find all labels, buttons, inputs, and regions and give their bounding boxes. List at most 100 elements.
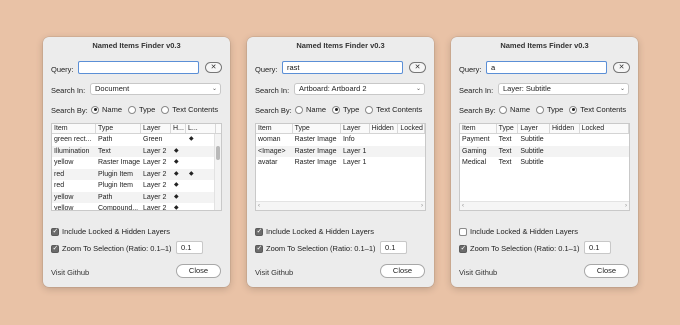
radio-text-contents[interactable]: Text Contents xyxy=(569,105,626,114)
query-input[interactable] xyxy=(282,61,403,74)
visit-github-link[interactable]: Visit Github xyxy=(255,268,293,277)
search-in-select[interactable]: Artboard: Artboard 2 ⌄ xyxy=(294,83,425,95)
table-cell: yellow xyxy=(54,205,74,211)
scroll-left-icon[interactable]: ‹ xyxy=(258,202,260,210)
radio-label: Name xyxy=(510,105,531,114)
close-button[interactable]: Close xyxy=(584,264,629,278)
table-header: Item Type Layer H... L... xyxy=(52,124,221,134)
radio-type[interactable]: Type xyxy=(332,105,359,114)
finder-dialog: Named Items Finder v0.3 Query: ✕ Search … xyxy=(451,37,638,287)
checkbox-box xyxy=(51,244,59,253)
column-header[interactable]: Type xyxy=(497,124,519,133)
scroll-thumb[interactable] xyxy=(216,146,220,160)
column-header[interactable]: Item xyxy=(256,124,293,133)
visit-github-link[interactable]: Visit Github xyxy=(51,268,89,277)
table-cell: green rect... xyxy=(54,136,92,143)
dialog-title: Named Items Finder v0.3 xyxy=(92,41,181,50)
table-cell xyxy=(370,134,399,146)
column-header[interactable]: Layer xyxy=(518,124,550,133)
table-cell: Layer 1 xyxy=(342,147,367,155)
table-row[interactable]: yellow Compound... Layer 2 ◆ xyxy=(52,203,221,211)
radio-text-contents[interactable]: Text Contents xyxy=(161,105,218,114)
clear-query-button[interactable]: ✕ xyxy=(205,62,222,73)
column-header[interactable]: Type xyxy=(96,124,141,133)
table-row[interactable]: Payment Text Subtitle xyxy=(460,134,629,146)
column-header[interactable]: Layer xyxy=(141,124,171,133)
table-cell: Path xyxy=(98,193,113,201)
table-row[interactable]: woman Raster Image Info xyxy=(256,134,425,146)
table-cell: Layer 2 xyxy=(143,159,167,166)
table-row[interactable]: green rect... Path Green ◆ xyxy=(52,134,221,146)
ratio-input[interactable]: 0.1 xyxy=(584,241,611,254)
zoom-label: Zoom To Selection (Ratio: 0.1–1) xyxy=(470,244,580,253)
radio-name[interactable]: Name xyxy=(91,105,122,114)
search-in-value: Document xyxy=(95,84,130,93)
zoom-label: Zoom To Selection (Ratio: 0.1–1) xyxy=(266,244,376,253)
column-header[interactable]: Locked xyxy=(398,124,425,133)
table-row[interactable]: yellow Raster Image Layer 2 ◆ xyxy=(52,157,221,169)
clear-query-button[interactable]: ✕ xyxy=(613,62,630,73)
scroll-right-icon[interactable]: › xyxy=(421,202,423,210)
checkbox-box xyxy=(255,227,263,236)
horizontal-scrollbar[interactable]: ‹ › xyxy=(460,201,629,210)
column-header[interactable]: Hidden xyxy=(550,124,580,133)
horizontal-scrollbar[interactable]: ‹ › xyxy=(256,201,425,210)
ratio-input[interactable]: 0.1 xyxy=(380,241,407,254)
table-cell xyxy=(550,146,580,158)
include-locked-checkbox[interactable]: Include Locked & Hidden Layers xyxy=(51,227,170,236)
column-header[interactable]: L... xyxy=(186,124,216,133)
table-cell xyxy=(550,157,580,169)
table-row[interactable]: red Plugin Item Layer 2 ◆ xyxy=(52,180,221,192)
table-row[interactable]: <Image> Raster Image Layer 1 xyxy=(256,145,425,157)
column-header[interactable]: Item xyxy=(52,124,96,133)
column-header[interactable]: H... xyxy=(171,124,186,133)
column-header[interactable]: Type xyxy=(293,124,341,133)
column-header[interactable]: Layer xyxy=(341,124,370,133)
column-header[interactable]: Hidden xyxy=(370,124,399,133)
radio-type[interactable]: Type xyxy=(536,105,563,114)
close-button[interactable]: Close xyxy=(380,264,425,278)
include-locked-checkbox[interactable]: Include Locked & Hidden Layers xyxy=(459,227,578,236)
table-row[interactable]: red Plugin Item Layer 2 ◆ ◆ xyxy=(52,168,221,180)
vertical-scrollbar[interactable] xyxy=(214,134,221,210)
table-header: Item Type Layer Hidden Locked xyxy=(256,124,425,134)
diamond-icon: ◆ xyxy=(174,170,179,177)
radio-type[interactable]: Type xyxy=(128,105,155,114)
radio-name[interactable]: Name xyxy=(295,105,326,114)
search-in-select[interactable]: Document ⌄ xyxy=(90,83,221,95)
query-input[interactable] xyxy=(78,61,199,74)
query-input[interactable] xyxy=(486,61,607,74)
radio-text-contents[interactable]: Text Contents xyxy=(365,105,422,114)
clear-query-button[interactable]: ✕ xyxy=(409,62,426,73)
table-body: green rect... Path Green ◆ Illumination Text L… xyxy=(52,134,221,211)
table-row[interactable]: yellow Path Layer 2 ◆ xyxy=(52,191,221,203)
table-cell xyxy=(186,157,216,169)
zoom-to-selection-checkbox[interactable]: Zoom To Selection (Ratio: 0.1–1) xyxy=(459,244,580,253)
column-header[interactable]: Locked xyxy=(580,124,629,133)
include-locked-checkbox[interactable]: Include Locked & Hidden Layers xyxy=(255,227,374,236)
visit-github-link[interactable]: Visit Github xyxy=(459,268,497,277)
table-cell: Plugin Item xyxy=(98,170,134,178)
include-locked-label: Include Locked & Hidden Layers xyxy=(62,227,170,236)
ratio-input[interactable]: 0.1 xyxy=(176,241,203,254)
column-header[interactable]: Item xyxy=(460,124,497,133)
table-cell xyxy=(186,146,216,158)
table-row[interactable]: Illumination Text Layer 2 ◆ xyxy=(52,145,221,158)
radio-label: Name xyxy=(306,105,327,114)
close-button[interactable]: Close xyxy=(176,264,221,278)
table-cell: Info xyxy=(342,136,355,143)
results-table: Item Type Layer Hidden Locked Payment Text Sub… xyxy=(459,123,630,211)
zoom-to-selection-checkbox[interactable]: Zoom To Selection (Ratio: 0.1–1) xyxy=(255,244,376,253)
close-icon: ✕ xyxy=(618,64,625,71)
scroll-left-icon[interactable]: ‹ xyxy=(462,202,464,210)
table-row[interactable]: Medical Text Subtitle xyxy=(460,157,629,169)
radio-name[interactable]: Name xyxy=(499,105,530,114)
table-row[interactable]: Gaming Text Subtitle xyxy=(460,145,629,158)
zoom-to-selection-checkbox[interactable]: Zoom To Selection (Ratio: 0.1–1) xyxy=(51,244,172,253)
scroll-right-icon[interactable]: › xyxy=(625,202,627,210)
search-in-select[interactable]: Layer: Subtitle ⌄ xyxy=(498,83,629,95)
table-cell: Raster Image xyxy=(294,147,337,155)
table-cell: Subtitle xyxy=(520,147,544,155)
table-row[interactable]: avatar Raster Image Layer 1 xyxy=(256,157,425,169)
chevron-down-icon: ⌄ xyxy=(619,86,625,92)
